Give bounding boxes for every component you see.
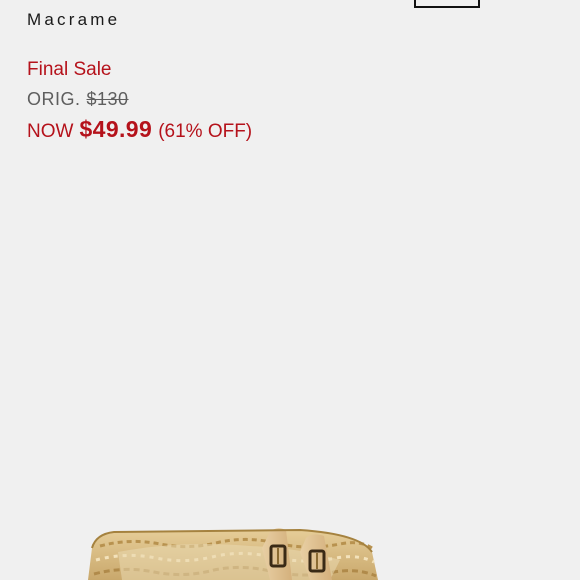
orig-price: $130 [86, 89, 129, 109]
orig-label: ORIG. [27, 89, 81, 109]
product-image[interactable] [0, 150, 580, 580]
now-label: NOW [27, 121, 74, 142]
final-sale-label: Final Sale [27, 59, 112, 80]
product-title: Macrame [27, 10, 121, 29]
original-price-line: ORIG. $130 [27, 89, 129, 110]
sale-price: $49.99 [79, 116, 153, 142]
discount-badge: (61% OFF) [158, 121, 253, 142]
sale-price-line: NOW $49.99 (61% OFF) [27, 116, 252, 143]
size-selector-box[interactable] [414, 0, 480, 8]
shoe-illustration [88, 528, 378, 580]
